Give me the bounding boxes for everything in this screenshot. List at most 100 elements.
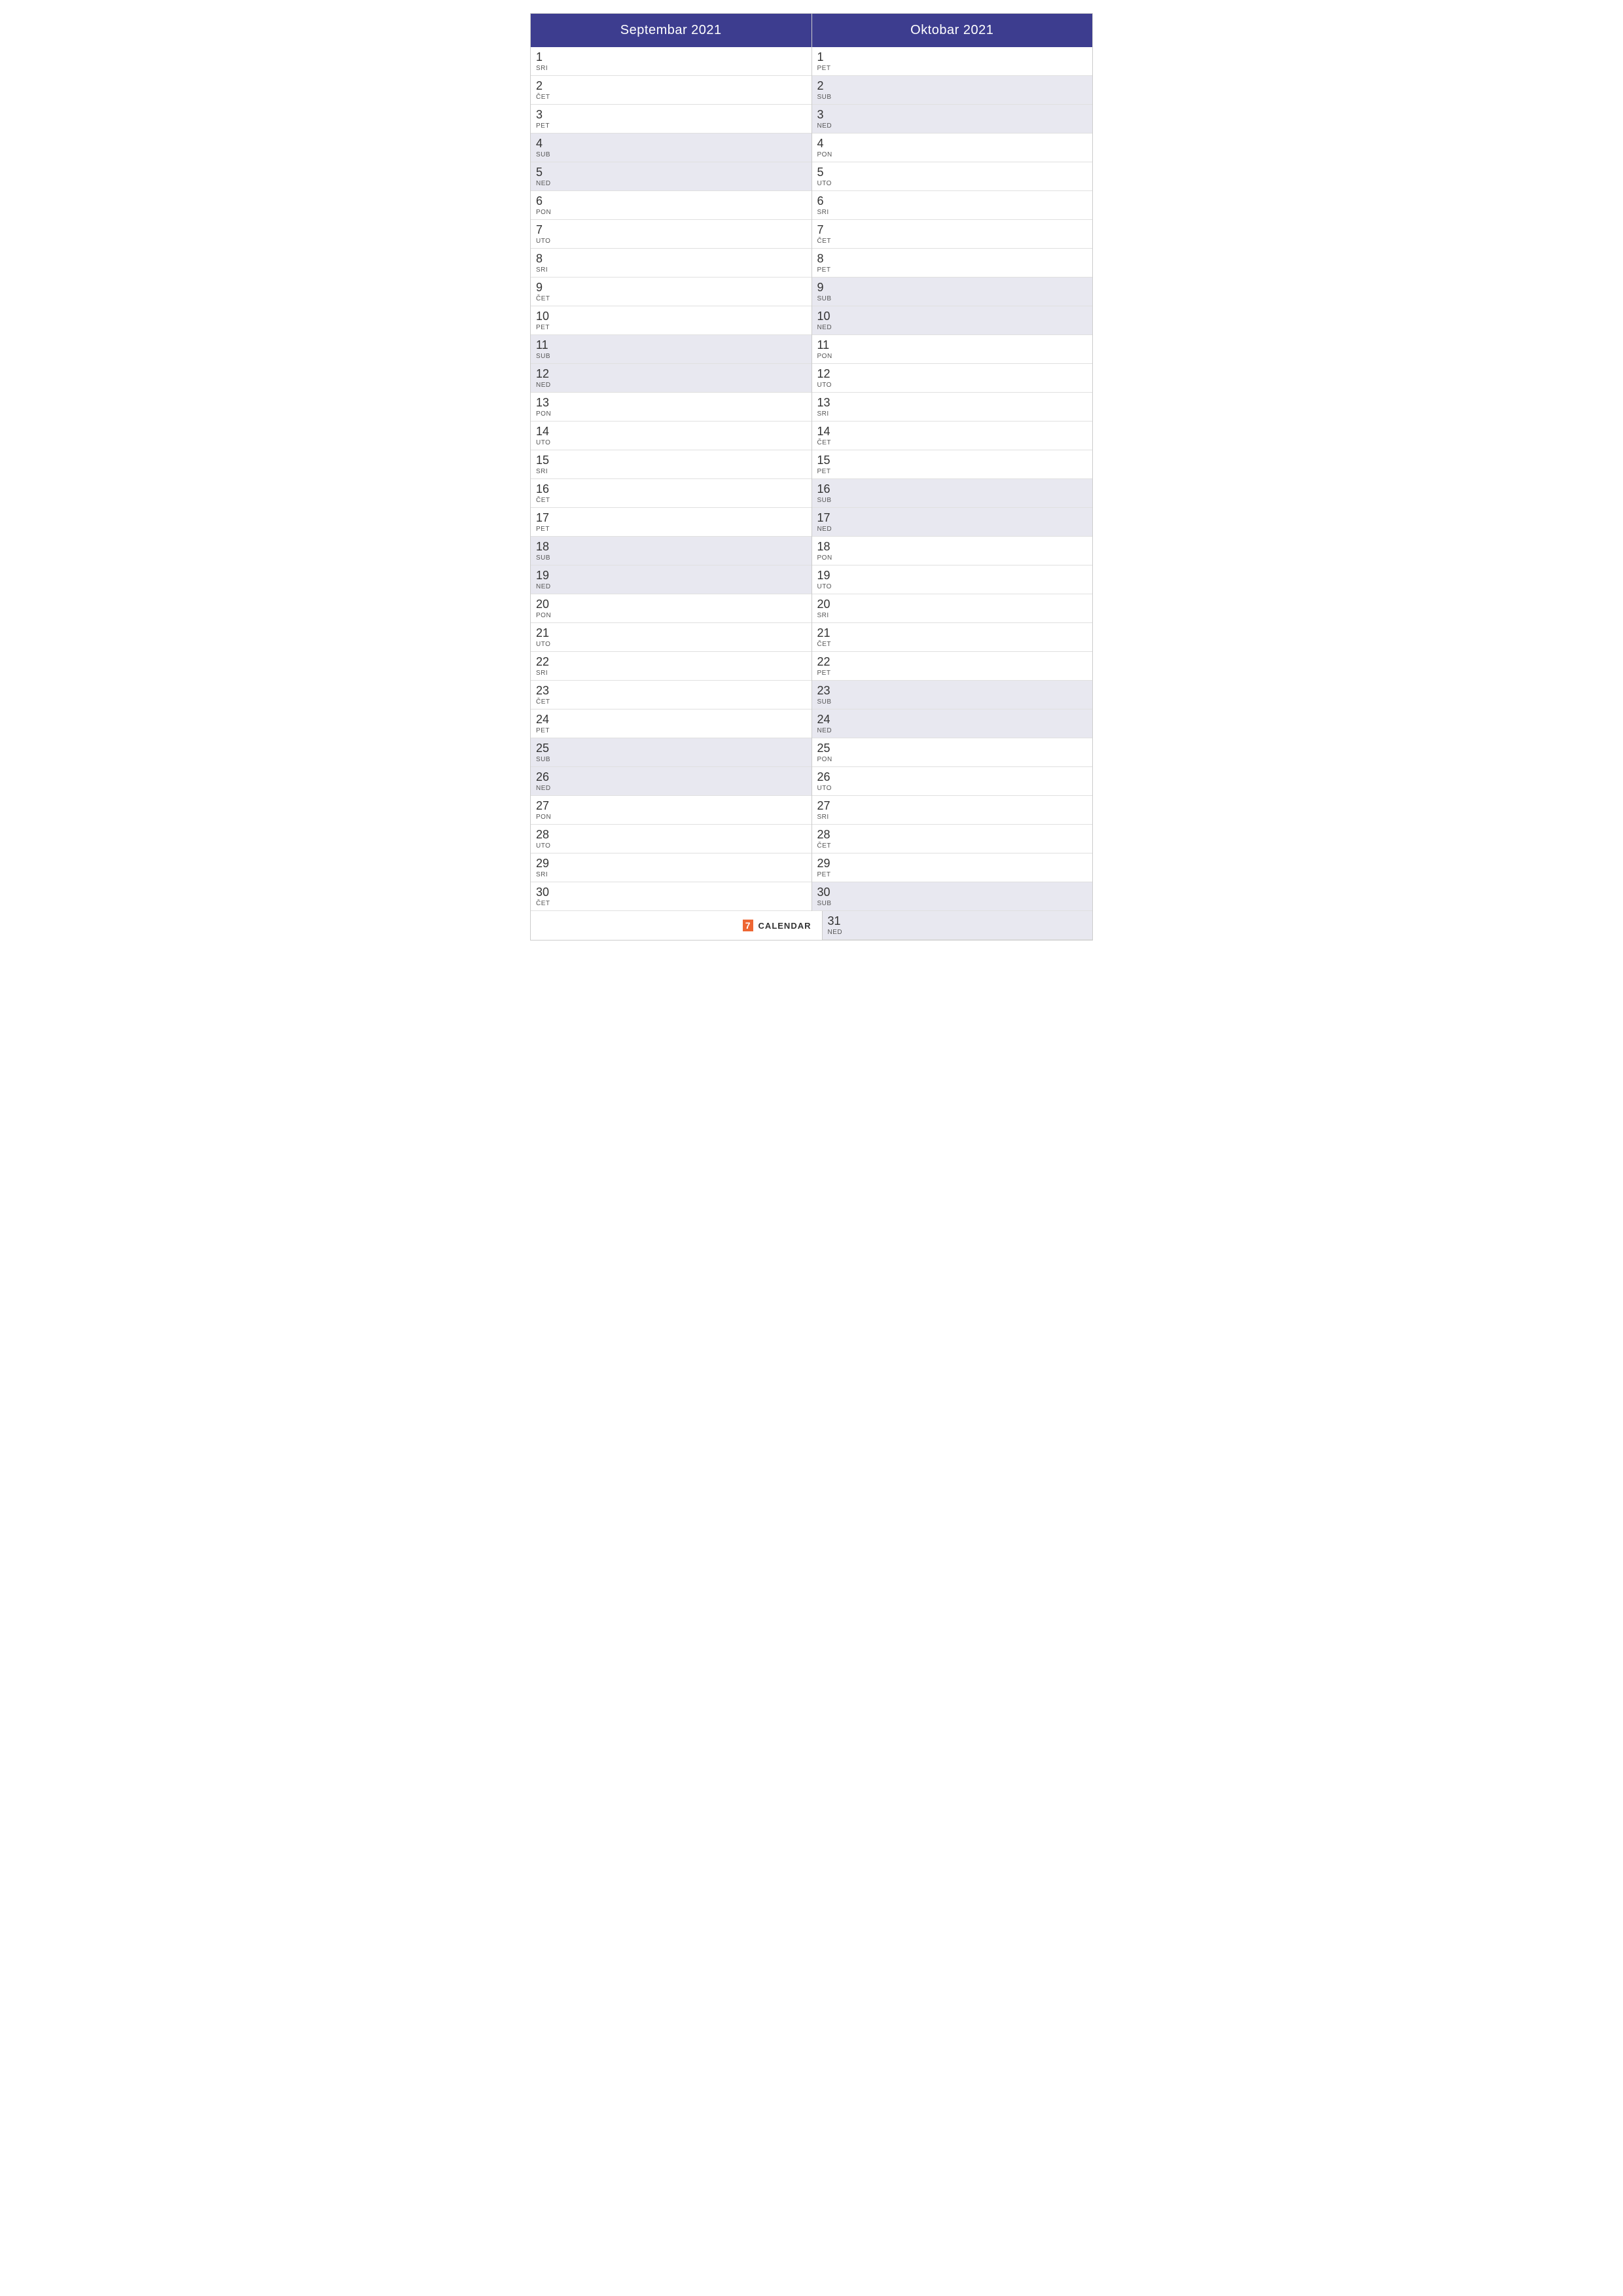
oct-day-number-11: 11: [817, 338, 1088, 353]
sep-day-name-21: UTO: [536, 641, 806, 648]
oct-day-name-27: SRI: [817, 814, 1088, 821]
oct-day-20: 20SRI: [812, 594, 1093, 623]
oct-day-name-11: PON: [817, 353, 1088, 360]
sep-day-11: 11SUB: [531, 335, 812, 364]
oct-day-name-1: PET: [817, 65, 1088, 72]
sep-day-name-3: PET: [536, 122, 806, 130]
sep-day-number-3: 3: [536, 108, 806, 122]
sep-day-name-26: NED: [536, 785, 806, 792]
sep-day-name-8: SRI: [536, 266, 806, 274]
sep-day-name-30: ČET: [536, 900, 806, 907]
sep-day-21: 21UTO: [531, 623, 812, 652]
footer-left: 7 CALENDAR: [531, 911, 823, 940]
sep-day-16: 16ČET: [531, 479, 812, 508]
oct-day-6: 6SRI: [812, 191, 1093, 220]
sep-day-number-27: 27: [536, 799, 806, 814]
sep-day-6: 6PON: [531, 191, 812, 220]
oct-day-number-20: 20: [817, 598, 1088, 612]
oct-day-name-3: NED: [817, 122, 1088, 130]
oct-day-name-28: ČET: [817, 842, 1088, 850]
oct-day-25: 25PON: [812, 738, 1093, 767]
oct-day-27: 27SRI: [812, 796, 1093, 825]
oct-day-19: 19UTO: [812, 565, 1093, 594]
oct-day-name-17: NED: [817, 526, 1088, 533]
sep-day-24: 24PET: [531, 709, 812, 738]
sep-day-name-22: SRI: [536, 670, 806, 677]
oct-day-number-24: 24: [817, 713, 1088, 727]
sep-day-number-8: 8: [536, 252, 806, 266]
oct-day-name-8: PET: [817, 266, 1088, 274]
sep-day-number-22: 22: [536, 655, 806, 670]
sep-day-number-2: 2: [536, 79, 806, 94]
oct-day-number-7: 7: [817, 223, 1088, 238]
sep-day-name-12: NED: [536, 382, 806, 389]
sep-day-4: 4SUB: [531, 134, 812, 162]
sep-day-number-6: 6: [536, 194, 806, 209]
sep-day-number-1: 1: [536, 50, 806, 65]
sep-day-number-26: 26: [536, 770, 806, 785]
sep-day-name-20: PON: [536, 612, 806, 619]
sep-day-20: 20PON: [531, 594, 812, 623]
sep-day-22: 22SRI: [531, 652, 812, 681]
sep-day-7: 7UTO: [531, 220, 812, 249]
sep-day-18: 18SUB: [531, 537, 812, 565]
sep-day-name-29: SRI: [536, 871, 806, 878]
sep-day-name-2: ČET: [536, 94, 806, 101]
oct-day-name-26: UTO: [817, 785, 1088, 792]
oct-day-22: 22PET: [812, 652, 1093, 681]
sep-day-name-14: UTO: [536, 439, 806, 446]
oct-day-name-9: SUB: [817, 295, 1088, 302]
sep-day-25: 25SUB: [531, 738, 812, 767]
oct-day-30: 30SUB: [812, 882, 1093, 911]
sep-day-name-5: NED: [536, 180, 806, 187]
sep-day-5: 5NED: [531, 162, 812, 191]
oct-day-31: 31NED: [823, 911, 1093, 940]
oct-day-21: 21ČET: [812, 623, 1093, 652]
sep-day-number-17: 17: [536, 511, 806, 526]
oct-day-number-12: 12: [817, 367, 1088, 382]
oct-day-11: 11PON: [812, 335, 1093, 364]
sep-day-number-29: 29: [536, 857, 806, 871]
oct-day-number-31: 31: [828, 914, 1088, 929]
oct-day-name-4: PON: [817, 151, 1088, 158]
sep-day-name-24: PET: [536, 727, 806, 734]
oct-day-name-7: ČET: [817, 238, 1088, 245]
oct-day-number-4: 4: [817, 137, 1088, 151]
sep-day-name-6: PON: [536, 209, 806, 216]
sep-day-number-7: 7: [536, 223, 806, 238]
oct-day-number-1: 1: [817, 50, 1088, 65]
sep-day-19: 19NED: [531, 565, 812, 594]
oct-day-number-25: 25: [817, 742, 1088, 756]
days-grid: 1SRI2ČET3PET4SUB5NED6PON7UTO8SRI9ČET10PE…: [531, 47, 1092, 911]
oct-day-name-22: PET: [817, 670, 1088, 677]
oct-day-number-27: 27: [817, 799, 1088, 814]
sep-day-number-14: 14: [536, 425, 806, 439]
september-column: 1SRI2ČET3PET4SUB5NED6PON7UTO8SRI9ČET10PE…: [531, 47, 812, 911]
sep-day-1: 1SRI: [531, 47, 812, 76]
sep-day-29: 29SRI: [531, 853, 812, 882]
sep-day-28: 28UTO: [531, 825, 812, 853]
footer-row: 7 CALENDAR 31NED: [531, 911, 1092, 940]
sep-day-17: 17PET: [531, 508, 812, 537]
october-column: 1PET2SUB3NED4PON5UTO6SRI7ČET8PET9SUB10NE…: [812, 47, 1093, 911]
oct-day-number-8: 8: [817, 252, 1088, 266]
sep-day-14: 14UTO: [531, 422, 812, 450]
oct-day-number-10: 10: [817, 310, 1088, 324]
oct-day-name-16: SUB: [817, 497, 1088, 504]
oct-day-29: 29PET: [812, 853, 1093, 882]
logo-number-icon: 7: [743, 920, 753, 931]
oct-day-name-29: PET: [817, 871, 1088, 878]
oct-day-26: 26UTO: [812, 767, 1093, 796]
oct-day-number-14: 14: [817, 425, 1088, 439]
sep-day-3: 3PET: [531, 105, 812, 134]
oct-day-17: 17NED: [812, 508, 1093, 537]
oct-day-8: 8PET: [812, 249, 1093, 278]
oct-day-number-6: 6: [817, 194, 1088, 209]
sep-day-15: 15SRI: [531, 450, 812, 479]
oct-day-9: 9SUB: [812, 278, 1093, 306]
oct-day-number-17: 17: [817, 511, 1088, 526]
oct-day-name-10: NED: [817, 324, 1088, 331]
oct-day-12: 12UTO: [812, 364, 1093, 393]
oct-day-name-20: SRI: [817, 612, 1088, 619]
oct-day-number-26: 26: [817, 770, 1088, 785]
